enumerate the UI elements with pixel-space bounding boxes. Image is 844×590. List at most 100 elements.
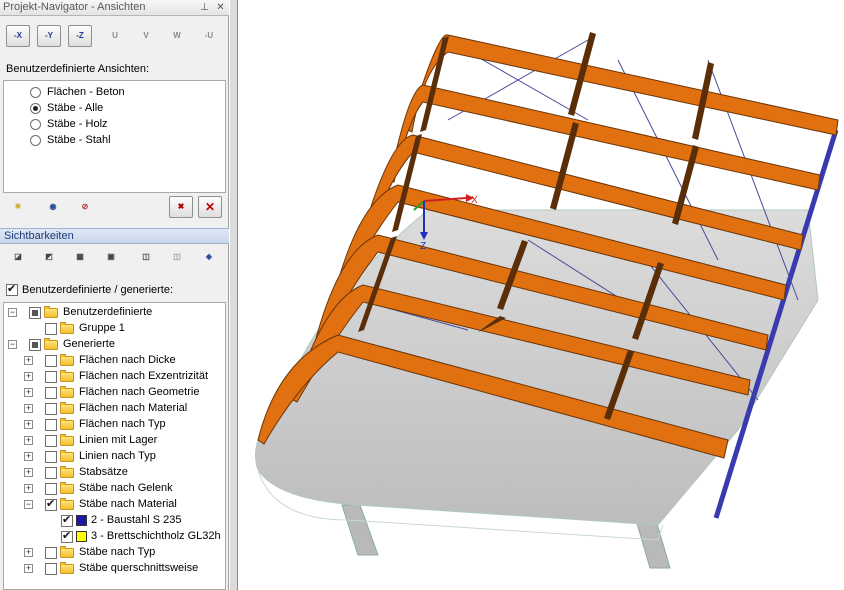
expand-icon[interactable]: + [24,484,33,493]
view-minus-u-button[interactable]: -U [197,25,221,47]
custom-generated-checkbox[interactable] [6,282,18,296]
folder-icon [60,354,74,366]
tree-item-label: Flächen nach Exzentrizität [79,370,209,382]
tree-item-label: Stabsätze [79,466,128,478]
tree-item-folder[interactable]: + Stabsätze [4,465,225,481]
expand-icon[interactable]: + [24,388,33,397]
close-view-icon[interactable]: ✕ [198,196,222,218]
model-viewport[interactable]: X Z [238,0,844,590]
radio-button-selected[interactable] [30,103,41,114]
visibility-checkbox[interactable] [29,307,41,319]
tree-item-folder[interactable]: − Stäbe nach Material [4,497,225,513]
visibility-tool-3-icon[interactable]: ▦ [68,246,92,268]
expand-icon[interactable]: + [24,372,33,381]
view-w-button[interactable]: W [165,25,189,47]
folder-icon [60,322,74,334]
close-icon[interactable]: ✕ [214,1,227,14]
tree-item-folder[interactable]: + Flächen nach Geometrie [4,385,225,401]
views-list: Flächen - Beton Stäbe - Alle Stäbe - Hol… [3,80,226,193]
view-z-button[interactable]: -Z [68,25,92,47]
tree-item-material[interactable]: 2 - Baustahl S 235 [4,513,225,529]
tree-item-folder[interactable]: + Stäbe nach Gelenk [4,481,225,497]
folder-icon [60,450,74,462]
structure-3d-view: X Z [255,32,839,569]
visibility-checkbox[interactable] [45,467,57,479]
tree-item-material[interactable]: 3 - Brettschichtholz GL32h [4,529,225,545]
tree-item-folder[interactable]: + Stäbe querschnittsweise [4,561,225,577]
visibility-checkbox[interactable] [45,355,57,367]
expand-icon[interactable]: + [24,548,33,557]
column-right [635,519,671,569]
floor-slab [255,209,819,526]
tree-item-folder[interactable]: + Flächen nach Material [4,401,225,417]
folder-icon [60,546,74,558]
pin-icon[interactable]: ⊥ [198,1,211,14]
visibility-tool-7-icon[interactable]: ◈ [197,246,221,268]
visibility-checkbox[interactable] [45,371,57,383]
expand-icon[interactable]: + [24,356,33,365]
tree-item-folder[interactable]: + Stäbe nach Typ [4,545,225,561]
visibility-checkbox[interactable] [45,563,57,575]
visibility-tool-6-icon[interactable]: ◫ [165,246,189,268]
expand-icon[interactable]: + [24,564,33,573]
visibility-tool-4-icon[interactable]: ▣ [99,246,123,268]
axis-x-label: X [471,195,478,206]
radio-button[interactable] [30,87,41,98]
collapse-icon[interactable]: − [24,500,33,509]
folder-icon [44,306,58,318]
tree-item-folder[interactable]: − Benutzerdefinierte [4,305,225,321]
delete-view-icon[interactable]: ✖ [169,196,193,218]
tree-item-folder[interactable]: + Flächen nach Dicke [4,353,225,369]
visibility-tool-2-icon[interactable]: ◩ [37,246,61,268]
visibility-checkbox[interactable] [45,451,57,463]
visibility-checkbox[interactable] [45,435,57,447]
visibility-checkbox[interactable] [29,339,41,351]
hide-view-icon[interactable]: ⊘ [73,196,97,218]
panel-splitter[interactable] [229,0,238,590]
visibility-tool-5-icon[interactable]: ◫ [134,246,158,268]
tree-item-folder[interactable]: − Generierte [4,337,225,353]
tree-item-folder[interactable]: Gruppe 1 [4,321,225,337]
visibility-header-label: Sichtbarkeiten [4,230,74,242]
tree-item-folder[interactable]: + Linien mit Lager [4,433,225,449]
tree-item-folder[interactable]: + Flächen nach Typ [4,417,225,433]
expand-icon[interactable]: + [24,468,33,477]
visibility-checkbox[interactable] [45,323,57,335]
new-view-icon[interactable]: ✳ [6,196,30,218]
expand-icon[interactable]: + [24,436,33,445]
expand-icon[interactable]: + [24,452,33,461]
expand-icon[interactable]: + [24,420,33,429]
tree-item-folder[interactable]: + Flächen nach Exzentrizität [4,369,225,385]
tree-item-folder[interactable]: + Linien nach Typ [4,449,225,465]
radio-button[interactable] [30,119,41,130]
tree-item-label: Linien nach Typ [79,450,156,462]
visibility-checkbox[interactable] [45,403,57,415]
view-v-button[interactable]: V [134,25,158,47]
collapse-icon[interactable]: − [8,340,17,349]
visibility-checkbox[interactable] [45,483,57,495]
visibility-checkbox[interactable] [61,529,73,543]
radio-button[interactable] [30,135,41,146]
visibility-checkbox[interactable] [45,387,57,399]
view-u-button[interactable]: U [103,25,127,47]
visibility-checkbox[interactable] [61,513,73,527]
show-view-icon[interactable]: ◉ [41,196,65,218]
expand-icon[interactable]: + [24,404,33,413]
folder-icon [60,498,74,510]
folder-icon [44,338,58,350]
view-x-button[interactable]: -X [6,25,30,47]
visibility-checkbox[interactable] [45,419,57,431]
folder-icon [60,562,74,574]
material-color-swatch [76,515,87,526]
visibility-checkbox[interactable] [45,547,57,559]
view-y-button[interactable]: -Y [37,25,61,47]
material-color-swatch [76,531,87,542]
tree-item-label: Flächen nach Material [79,402,188,414]
custom-generated-checkbox-row[interactable]: Benutzerdefinierte / generierte: [6,282,226,299]
visibility-checkbox[interactable] [45,497,57,511]
collapse-icon[interactable]: − [8,308,17,317]
tree-item-label: Benutzerdefinierte [63,306,153,318]
visibility-tool-1-icon[interactable]: ◪ [6,246,30,268]
project-navigator-panel: Projekt-Navigator - Ansichten ⊥ ✕ -X -Y … [0,0,229,590]
visibility-tree: − Benutzerdefinierte Gruppe 1 − Generierte + F… [3,302,226,590]
